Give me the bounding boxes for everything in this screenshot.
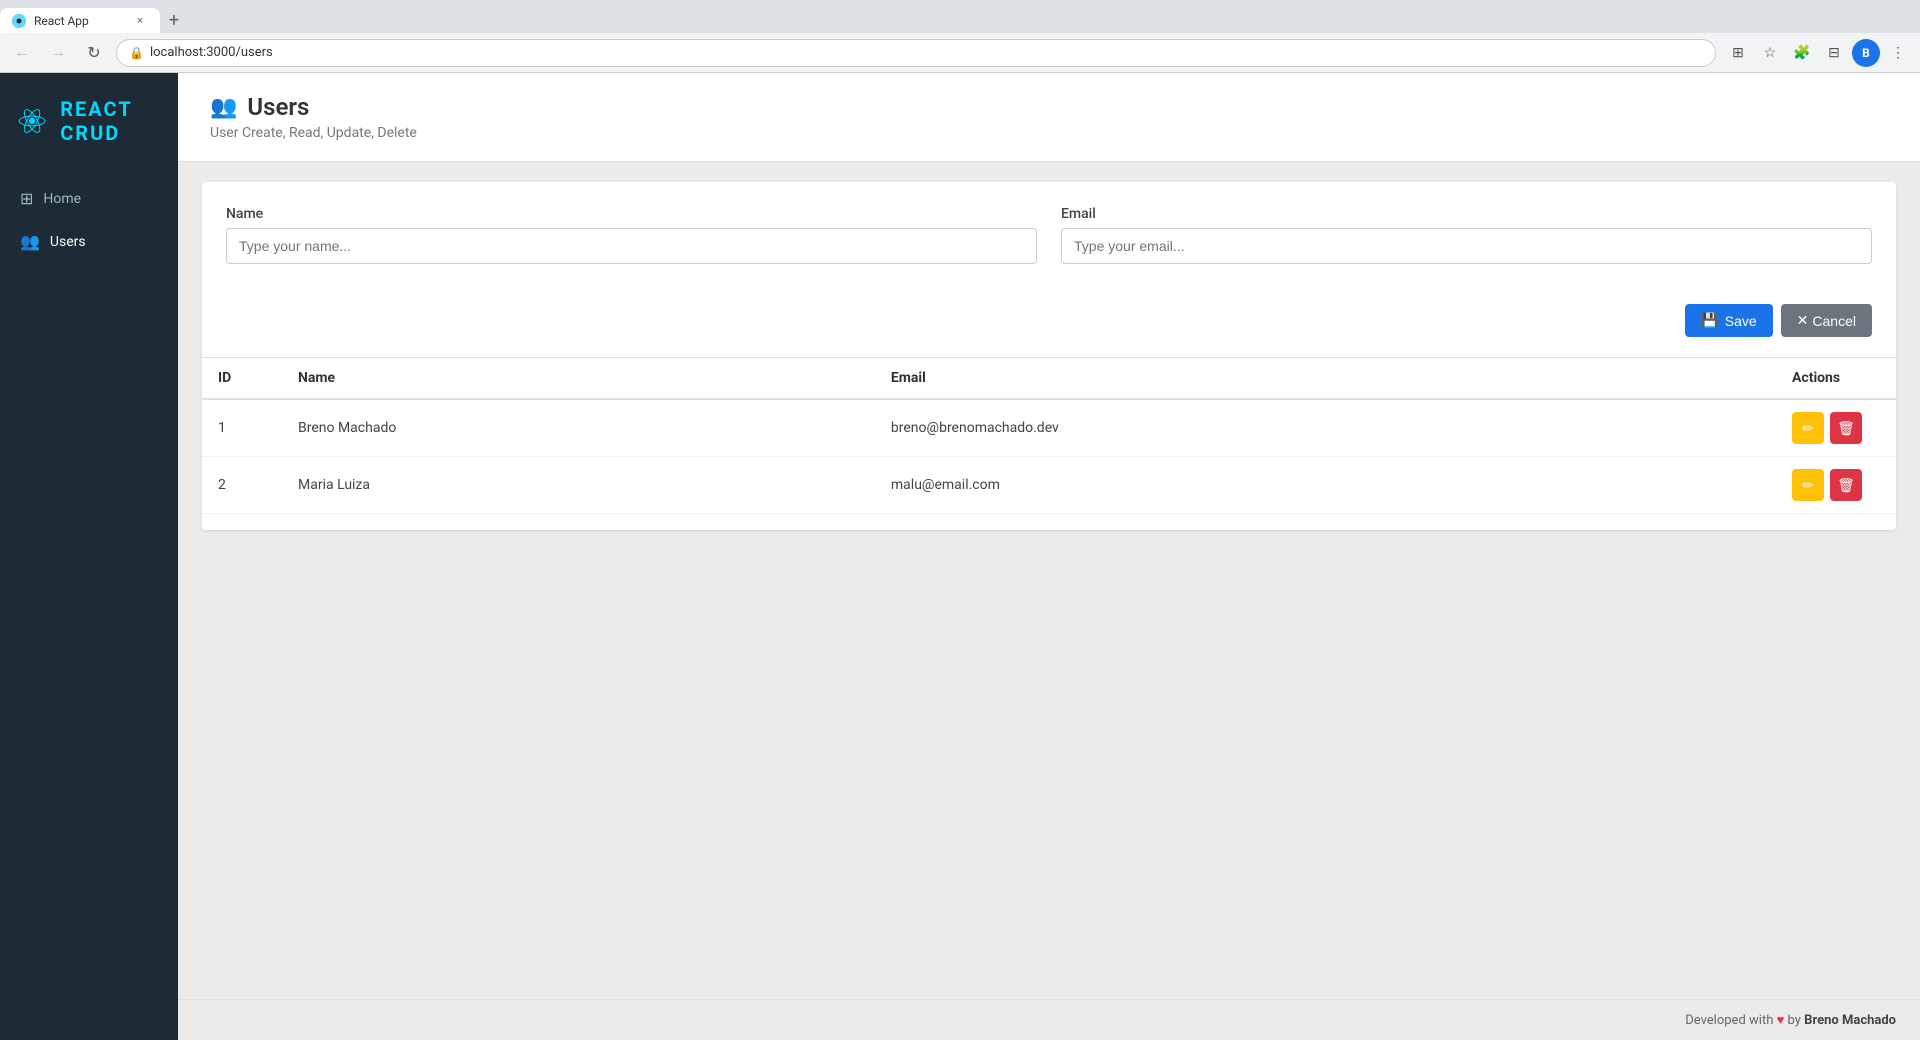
save-icon: 💾 <box>1701 312 1718 329</box>
brand-text: REACT CRUD <box>60 97 162 145</box>
delete-button[interactable]: 🗑 <box>1830 469 1862 501</box>
page-subtitle: User Create, Read, Update, Delete <box>210 125 1888 141</box>
tab-bar: React App × + <box>0 0 1920 33</box>
cell-actions: ✏ 🗑 <box>1776 399 1896 457</box>
edit-button[interactable]: ✏ <box>1792 412 1824 444</box>
col-header-id: ID <box>202 358 282 400</box>
email-field-group: Email <box>1061 206 1872 264</box>
name-field-group: Name <box>226 206 1037 264</box>
tab-title: React App <box>34 14 124 28</box>
browser-tab-active[interactable]: React App × <box>0 8 160 33</box>
users-table: ID Name Email Actions 1 Breno Machado br… <box>202 357 1896 514</box>
name-input[interactable] <box>226 228 1037 264</box>
cell-email: breno@brenomachado.dev <box>875 399 1776 457</box>
sidebar-item-home-label: Home <box>43 191 81 207</box>
cell-name: Breno Machado <box>282 399 875 457</box>
sidebar-item-users[interactable]: 👥 Users <box>0 220 178 263</box>
tab-favicon <box>12 14 26 28</box>
main-card: Name Email 💾 Save ✕ Cancel <box>202 182 1896 530</box>
page-header: 👥 Users User Create, Read, Update, Delet… <box>178 73 1920 162</box>
delete-button[interactable]: 🗑 <box>1830 412 1862 444</box>
page-title: Users <box>247 93 309 121</box>
footer-author: Breno Machado <box>1804 1013 1896 1028</box>
form-actions: 💾 Save ✕ Cancel <box>202 296 1896 357</box>
forward-button[interactable]: → <box>44 39 72 67</box>
email-input[interactable] <box>1061 228 1872 264</box>
address-bar[interactable]: 🔒 localhost:3000/users <box>116 39 1716 67</box>
action-buttons: ✏ 🗑 <box>1792 469 1880 501</box>
table-row: 2 Maria Luiza malu@email.com ✏ 🗑 <box>202 457 1896 514</box>
page-title-row: 👥 Users <box>210 93 1888 121</box>
col-header-email: Email <box>875 358 1776 400</box>
sidebar-toggle-button[interactable]: ⊟ <box>1820 39 1848 67</box>
back-button[interactable]: ← <box>8 39 36 67</box>
edit-button[interactable]: ✏ <box>1792 469 1824 501</box>
col-header-name: Name <box>282 358 875 400</box>
save-button[interactable]: 💾 Save <box>1685 304 1772 337</box>
cancel-x-icon: ✕ <box>1797 312 1809 329</box>
users-icon: 👥 <box>20 232 40 251</box>
users-table-container: ID Name Email Actions 1 Breno Machado br… <box>202 357 1896 530</box>
reload-button[interactable]: ↻ <box>80 39 108 67</box>
menu-button[interactable]: ⋮ <box>1884 39 1912 67</box>
sidebar-item-users-label: Users <box>50 234 86 250</box>
table-body: 1 Breno Machado breno@brenomachado.dev ✏… <box>202 399 1896 514</box>
main-content: 👥 Users User Create, Read, Update, Delet… <box>178 73 1920 1040</box>
bookmark-button[interactable]: ☆ <box>1756 39 1784 67</box>
profile-avatar[interactable]: B <box>1852 39 1880 67</box>
sidebar: REACT CRUD ⊞ Home 👥 Users <box>0 73 178 1040</box>
cell-name: Maria Luiza <box>282 457 875 514</box>
table-row: 1 Breno Machado breno@brenomachado.dev ✏… <box>202 399 1896 457</box>
cell-email: malu@email.com <box>875 457 1776 514</box>
react-logo <box>16 99 48 143</box>
new-tab-button[interactable]: + <box>160 8 188 33</box>
name-label: Name <box>226 206 1037 222</box>
cancel-label: Cancel <box>1812 313 1856 329</box>
page-title-icon: 👥 <box>210 95 237 120</box>
home-icon: ⊞ <box>20 189 33 208</box>
url-display: localhost:3000/users <box>150 45 273 60</box>
footer-prefix: Developed with <box>1685 1013 1773 1028</box>
tab-close-button[interactable]: × <box>132 13 148 29</box>
email-label: Email <box>1061 206 1872 222</box>
col-header-actions: Actions <box>1776 358 1896 400</box>
save-label: Save <box>1725 313 1757 329</box>
app-container: REACT CRUD ⊞ Home 👥 Users 👥 Users User C… <box>0 73 1920 1040</box>
sidebar-item-home[interactable]: ⊞ Home <box>0 177 178 220</box>
cell-actions: ✏ 🗑 <box>1776 457 1896 514</box>
table-header: ID Name Email Actions <box>202 358 1896 400</box>
translate-button[interactable]: ⊞ <box>1724 39 1752 67</box>
toolbar-right: ⊞ ☆ 🧩 ⊟ B ⋮ <box>1724 39 1912 67</box>
form-row: Name Email <box>226 206 1872 264</box>
footer-by: by <box>1788 1013 1801 1028</box>
extensions-button[interactable]: 🧩 <box>1788 39 1816 67</box>
cancel-button[interactable]: ✕ Cancel <box>1781 304 1872 337</box>
cell-id: 2 <box>202 457 282 514</box>
browser-toolbar: ← → ↻ 🔒 localhost:3000/users ⊞ ☆ 🧩 ⊟ B ⋮ <box>0 33 1920 73</box>
sidebar-brand: REACT CRUD <box>0 73 178 169</box>
action-buttons: ✏ 🗑 <box>1792 412 1880 444</box>
user-form: Name Email <box>202 182 1896 296</box>
sidebar-navigation: ⊞ Home 👥 Users <box>0 169 178 271</box>
lock-icon: 🔒 <box>129 46 144 60</box>
footer: Developed with ♥ by Breno Machado <box>178 999 1920 1040</box>
footer-heart: ♥ <box>1777 1013 1785 1028</box>
browser-chrome: React App × + ← → ↻ 🔒 localhost:3000/use… <box>0 0 1920 73</box>
cell-id: 1 <box>202 399 282 457</box>
